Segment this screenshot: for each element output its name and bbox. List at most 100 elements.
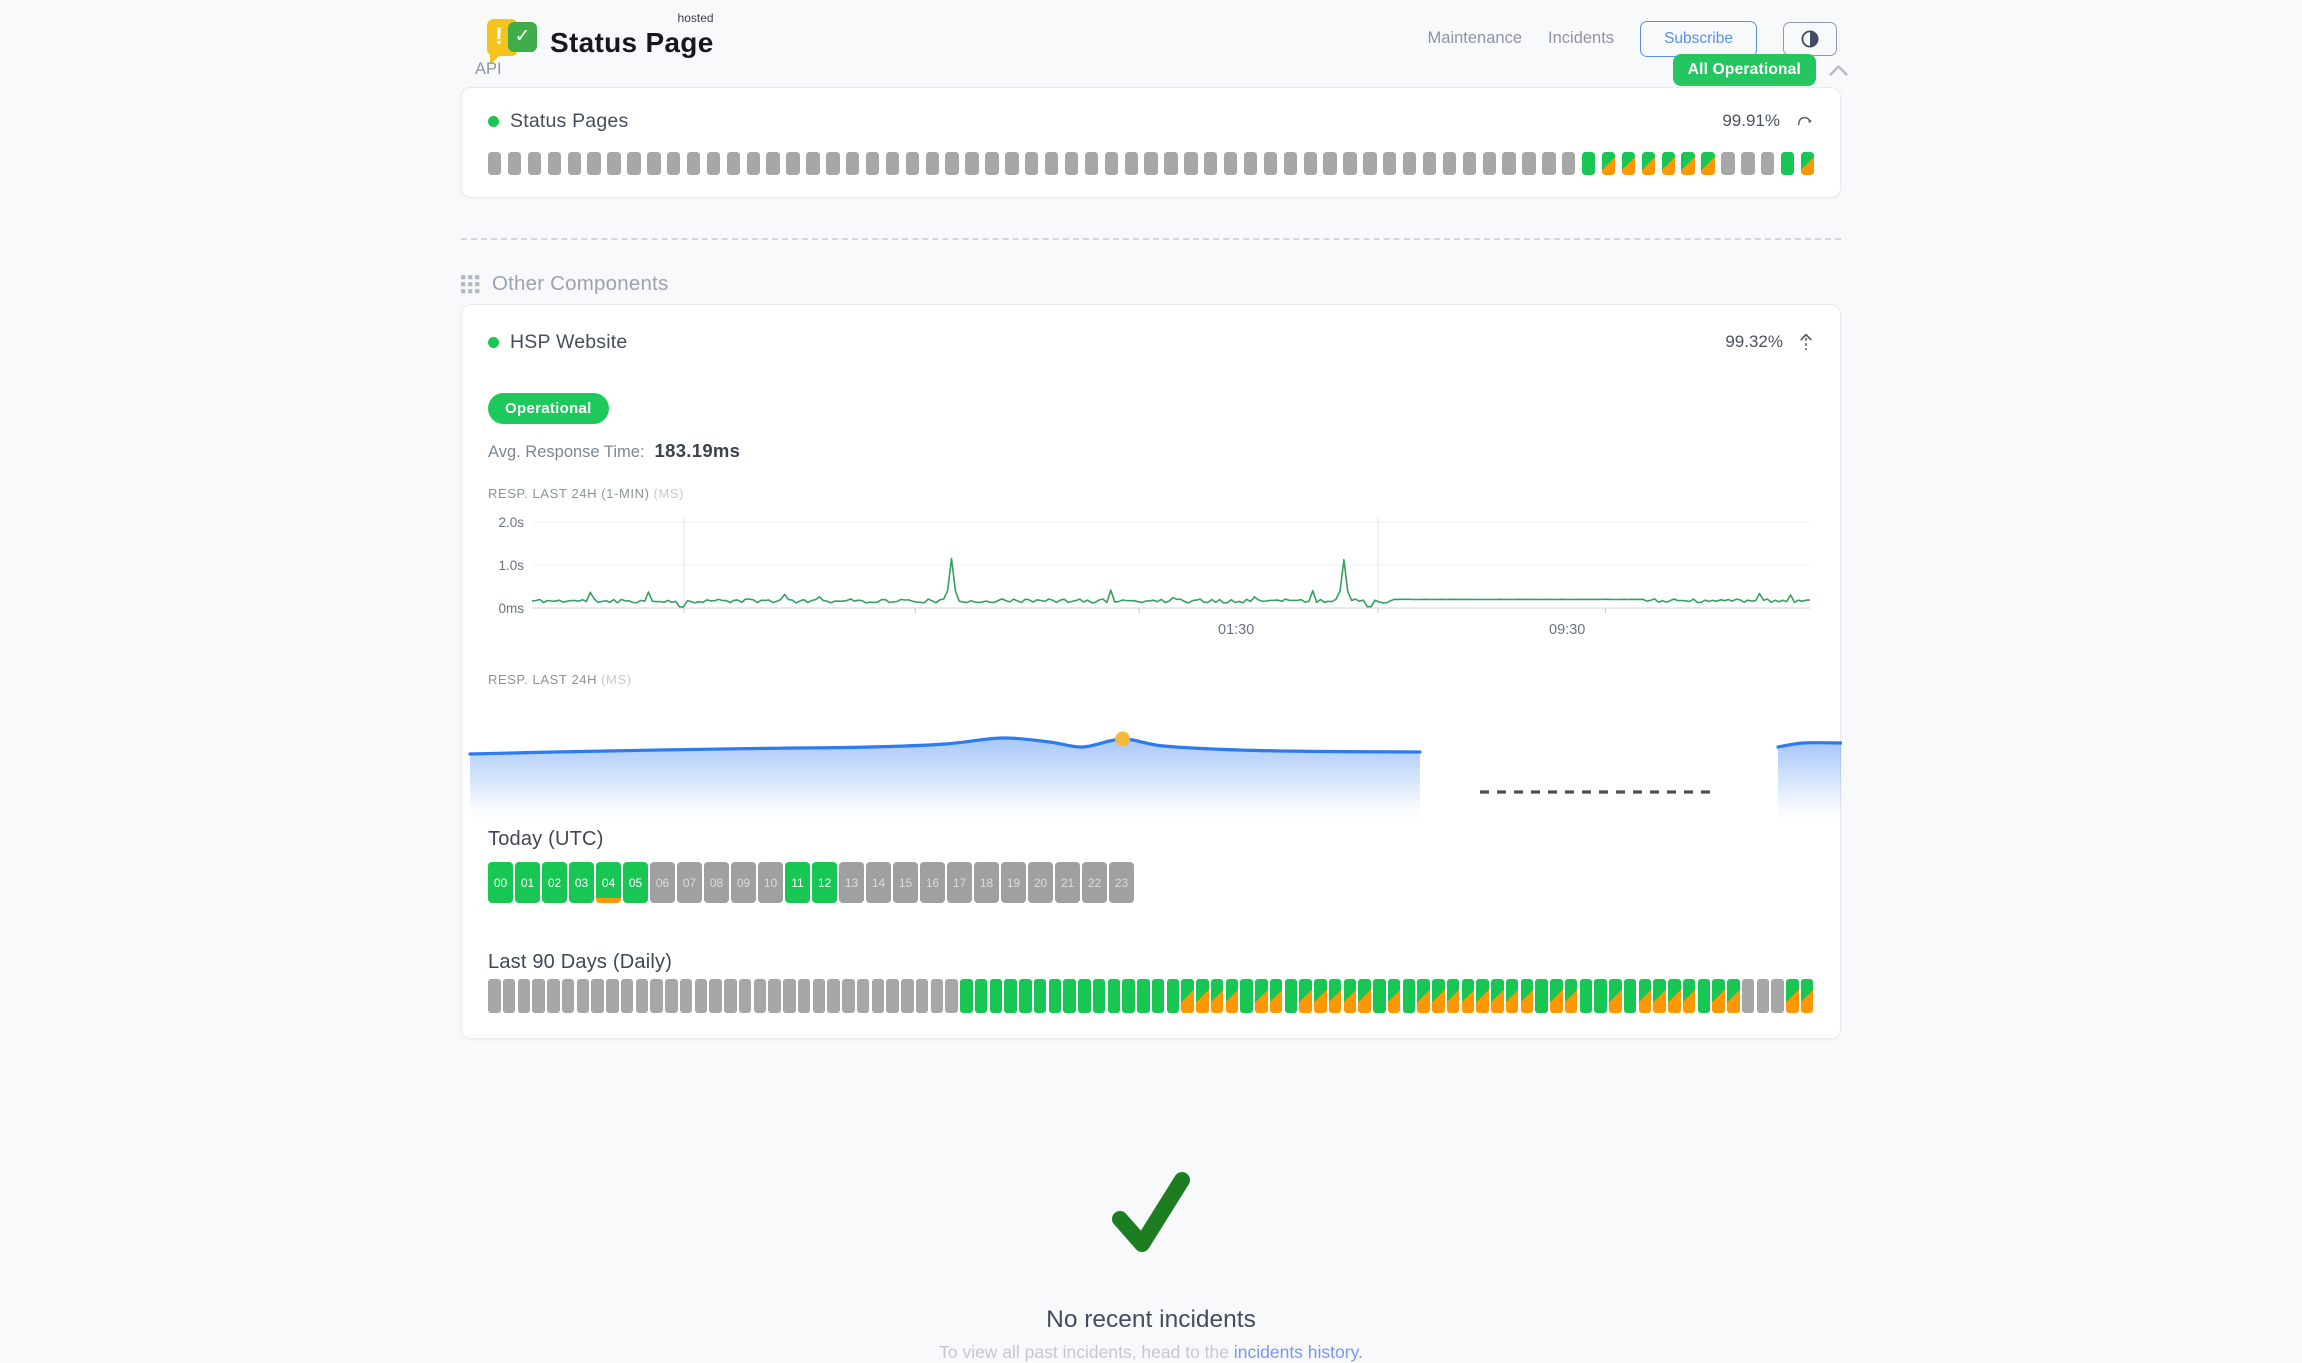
uptime-bar[interactable] <box>1144 152 1157 175</box>
day-bar[interactable] <box>872 979 885 1013</box>
uptime-bar[interactable] <box>1284 152 1297 175</box>
uptime-bar[interactable] <box>846 152 859 175</box>
day-bar[interactable] <box>1108 979 1121 1013</box>
day-bar[interactable] <box>1624 979 1637 1013</box>
hour-box[interactable]: 02 <box>542 862 567 903</box>
hour-box[interactable]: 03 <box>569 862 594 903</box>
day-bar[interactable] <box>1211 979 1224 1013</box>
uptime-bar[interactable] <box>568 152 581 175</box>
subscribe-button[interactable]: Subscribe <box>1640 21 1757 57</box>
uptime-bar[interactable] <box>1602 152 1615 175</box>
day-bar[interactable] <box>1034 979 1047 1013</box>
day-bar[interactable] <box>798 979 811 1013</box>
day-bar[interactable] <box>1403 979 1416 1013</box>
uptime-bar[interactable] <box>667 152 680 175</box>
hour-box[interactable]: 01 <box>515 862 540 903</box>
day-bar[interactable] <box>1771 979 1784 1013</box>
hour-box[interactable]: 14 <box>866 862 891 903</box>
day-bar[interactable] <box>1506 979 1519 1013</box>
day-bar[interactable] <box>1122 979 1135 1013</box>
uptime-bar[interactable] <box>866 152 879 175</box>
uptime-bar[interactable] <box>1045 152 1058 175</box>
uptime-bar[interactable] <box>1383 152 1396 175</box>
uptime-bar[interactable] <box>1622 152 1635 175</box>
day-bar[interactable] <box>813 979 826 1013</box>
uptime-bar[interactable] <box>1125 152 1138 175</box>
collapse-button[interactable] <box>1798 332 1814 353</box>
uptime-bar[interactable] <box>1105 152 1118 175</box>
uptime-bar[interactable] <box>1701 152 1714 175</box>
day-bar[interactable] <box>827 979 840 1013</box>
day-bar[interactable] <box>1358 979 1371 1013</box>
day-bar[interactable] <box>1462 979 1475 1013</box>
uptime-bar[interactable] <box>1681 152 1694 175</box>
hour-box[interactable]: 15 <box>893 862 918 903</box>
day-bar[interactable] <box>1240 979 1253 1013</box>
uptime-bar[interactable] <box>1025 152 1038 175</box>
day-bar[interactable] <box>488 979 501 1013</box>
uptime-bar[interactable] <box>488 152 501 175</box>
day-bar[interactable] <box>1653 979 1666 1013</box>
day-bar[interactable] <box>1757 979 1770 1013</box>
uptime-bar[interactable] <box>1662 152 1675 175</box>
day-bar[interactable] <box>518 979 531 1013</box>
day-bar[interactable] <box>1727 979 1740 1013</box>
response-time-line-chart[interactable]: 2.0s1.0s0ms01:3009:30 <box>488 508 1816 648</box>
uptime-bar[interactable] <box>1065 152 1078 175</box>
uptime-bar[interactable] <box>1642 152 1655 175</box>
day-bar[interactable] <box>1491 979 1504 1013</box>
day-bar[interactable] <box>975 979 988 1013</box>
day-bar[interactable] <box>709 979 722 1013</box>
hour-box[interactable]: 11 <box>785 862 810 903</box>
uptime-bar[interactable] <box>1741 152 1754 175</box>
hour-box[interactable]: 09 <box>731 862 756 903</box>
all-operational-badge[interactable]: All Operational <box>1673 54 1816 86</box>
day-bar[interactable] <box>1226 979 1239 1013</box>
day-bar[interactable] <box>665 979 678 1013</box>
uptime-bar[interactable] <box>1363 152 1376 175</box>
uptime-bar[interactable] <box>965 152 978 175</box>
uptime-bar[interactable] <box>1423 152 1436 175</box>
day-bar[interactable] <box>547 979 560 1013</box>
day-bar[interactable] <box>945 979 958 1013</box>
nav-incidents[interactable]: Incidents <box>1548 29 1614 48</box>
uptime-bar[interactable] <box>786 152 799 175</box>
day-bar[interactable] <box>1373 979 1386 1013</box>
chevron-up-icon[interactable] <box>1828 64 1849 77</box>
day-bar[interactable] <box>680 979 693 1013</box>
day-bar[interactable] <box>1447 979 1460 1013</box>
uptime-bar[interactable] <box>1244 152 1257 175</box>
uptime-bar[interactable] <box>1443 152 1456 175</box>
uptime-bar[interactable] <box>607 152 620 175</box>
uptime-bar[interactable] <box>1304 152 1317 175</box>
hour-box[interactable]: 06 <box>650 862 675 903</box>
day-bar[interactable] <box>931 979 944 1013</box>
day-bar[interactable] <box>1299 979 1312 1013</box>
day-bar[interactable] <box>1712 979 1725 1013</box>
uptime-bar[interactable] <box>548 152 561 175</box>
uptime-bar[interactable] <box>1801 152 1814 175</box>
day-bar[interactable] <box>1255 979 1268 1013</box>
uptime-bar[interactable] <box>587 152 600 175</box>
uptime-bar[interactable] <box>1204 152 1217 175</box>
day-bar[interactable] <box>1639 979 1652 1013</box>
uptime-bar[interactable] <box>508 152 521 175</box>
uptime-bar[interactable] <box>1323 152 1336 175</box>
day-bar[interactable] <box>1580 979 1593 1013</box>
day-bar[interactable] <box>1609 979 1622 1013</box>
hour-box[interactable]: 19 <box>1001 862 1026 903</box>
day-bar[interactable] <box>857 979 870 1013</box>
hour-box[interactable]: 13 <box>839 862 864 903</box>
uptime-bar[interactable] <box>1264 152 1277 175</box>
uptime-bar[interactable] <box>727 152 740 175</box>
uptime-bar[interactable] <box>1085 152 1098 175</box>
day-bar[interactable] <box>1476 979 1489 1013</box>
uptime-bar[interactable] <box>1184 152 1197 175</box>
uptime-bar[interactable] <box>985 152 998 175</box>
theme-toggle-button[interactable] <box>1783 22 1837 56</box>
day-bar[interactable] <box>783 979 796 1013</box>
uptime-bar[interactable] <box>1582 152 1595 175</box>
day-bar[interactable] <box>1801 979 1814 1013</box>
uptime-bar[interactable] <box>1761 152 1774 175</box>
day-bar[interactable] <box>1063 979 1076 1013</box>
